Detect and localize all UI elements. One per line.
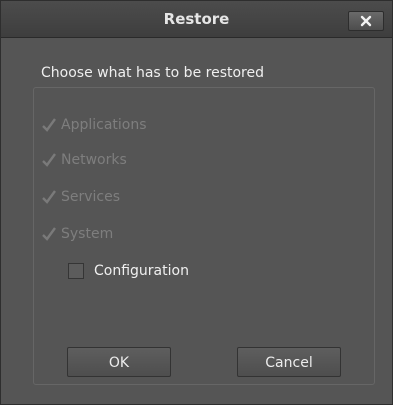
checkmark-icon [41,226,57,242]
restore-dialog: Restore Choose what has to be restored A… [0,0,393,405]
checkbox-label: Applications [61,117,147,133]
close-icon [360,15,372,27]
group-title: Choose what has to be restored [39,65,266,81]
checkmark-icon [41,152,57,168]
cancel-button[interactable]: Cancel [237,347,341,377]
checkbox-label: Networks [61,152,127,168]
checkbox-label: Configuration [94,263,189,279]
dialog-title: Restore [163,10,230,28]
title-bar[interactable]: Restore [1,1,392,38]
checkbox-box[interactable] [68,263,84,279]
checkbox-label: Services [61,189,121,205]
checkmark-icon [41,117,57,133]
checkbox-configuration[interactable]: Configuration [68,261,189,281]
checkbox-applications: Applications [41,115,147,135]
checkbox-system: System [41,224,113,244]
checkmark-icon [41,189,57,205]
close-button[interactable] [348,11,384,31]
checkbox-networks: Networks [41,150,127,170]
checkbox-services: Services [41,187,120,207]
ok-button[interactable]: OK [67,347,171,377]
checkbox-label: System [61,226,114,242]
